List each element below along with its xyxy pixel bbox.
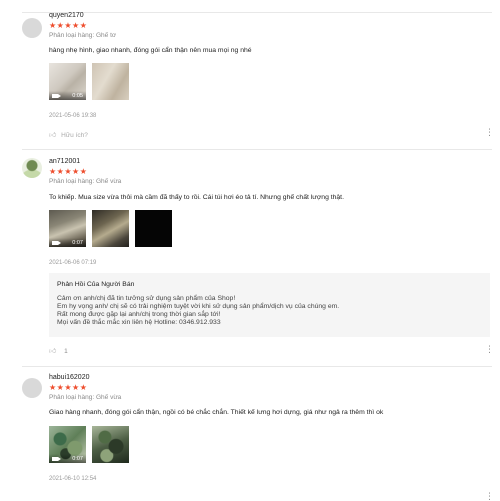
avatar[interactable]: [22, 378, 42, 398]
more-options-icon[interactable]: ⋮: [485, 345, 494, 354]
review-image-thumbnail[interactable]: [92, 426, 129, 463]
product-variation: Phân loại hàng: Ghế vừa: [49, 178, 122, 185]
review-video-thumbnail[interactable]: 0:07: [49, 210, 86, 247]
video-camera-icon: [52, 241, 61, 245]
review-date: 2021-05-06 19:38: [49, 113, 97, 119]
seller-response-line: Rất mong được gặp lại anh/chị trong thời…: [57, 311, 221, 318]
helpful-label: Hữu ích?: [61, 132, 88, 139]
reviewer-username[interactable]: an712001: [49, 158, 80, 165]
video-badge: 0:07: [49, 454, 86, 463]
video-camera-icon: [52, 94, 61, 98]
seller-response-line: Mọi vấn đề thắc mắc xin liên hệ Hotline:…: [57, 319, 221, 326]
review-image-thumbnail[interactable]: [92, 63, 129, 100]
top-divider: [22, 12, 492, 13]
review-image-thumbnail[interactable]: [135, 210, 172, 247]
rating-stars: ★★★★★: [49, 383, 88, 392]
review-comment: To khiếp. Mua size vừa thôi mà cầm đã th…: [49, 194, 344, 201]
video-duration: 0:07: [72, 240, 83, 246]
review-date: 2021-06-10 12:54: [49, 476, 97, 482]
review-divider: [22, 366, 492, 367]
video-camera-icon: [52, 457, 61, 461]
thumbs-up-icon: 👍︎: [49, 348, 57, 355]
seller-response-title: Phản Hồi Của Người Bán: [57, 281, 135, 288]
seller-response-line: Cảm ơn anh/chị đã tin tưởng sử dụng sản …: [57, 295, 236, 302]
review-video-thumbnail[interactable]: 0:05: [49, 63, 86, 100]
product-variation: Phân loại hàng: Ghế vừa: [49, 394, 122, 401]
seller-response-line: Em hy vọng anh/ chị sẽ có trải nghiệm tu…: [57, 303, 340, 310]
helpful-button[interactable]: 👍︎ 1: [49, 346, 68, 355]
video-badge: 0:07: [49, 238, 86, 247]
review-date: 2021-06-06 07:19: [49, 260, 97, 266]
rating-stars: ★★★★★: [49, 21, 88, 30]
more-options-icon[interactable]: ⋮: [485, 128, 494, 137]
like-count: 1: [64, 348, 68, 355]
video-duration: 0:07: [72, 456, 83, 462]
reviewer-username[interactable]: quyen2170: [49, 12, 84, 19]
review-image-thumbnail[interactable]: [92, 210, 129, 247]
review-comment: hàng nhẹ hình, giao nhanh, đóng gói cẩn …: [49, 47, 252, 54]
video-badge: 0:05: [49, 91, 86, 100]
product-variation: Phân loại hàng: Ghế tơ: [49, 32, 117, 39]
avatar[interactable]: [22, 158, 42, 178]
review-divider: [22, 149, 492, 150]
video-duration: 0:05: [72, 93, 83, 99]
review-video-thumbnail[interactable]: 0:07: [49, 426, 86, 463]
reviewer-username[interactable]: habui162020: [49, 374, 90, 381]
rating-stars: ★★★★★: [49, 167, 88, 176]
helpful-button[interactable]: 👍︎ Hữu ích?: [49, 130, 88, 139]
thumbs-up-icon: 👍︎: [49, 132, 57, 139]
review-comment: Giao hàng nhanh, đóng gói cẩn thận, ngồi…: [49, 409, 384, 416]
avatar[interactable]: [22, 18, 42, 38]
